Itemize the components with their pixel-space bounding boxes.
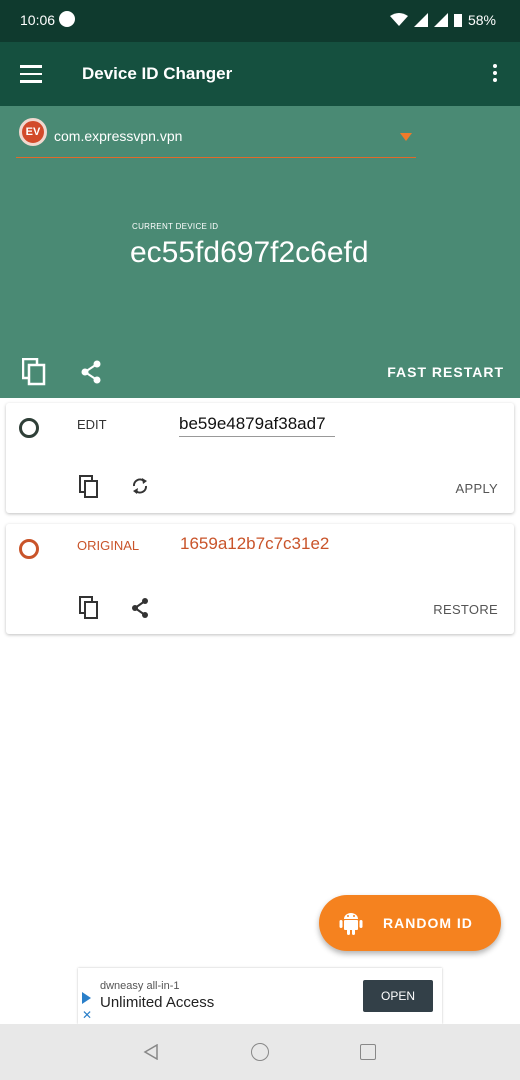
notification-icon xyxy=(59,11,75,27)
edit-card: EDIT APPLY xyxy=(6,403,514,513)
edit-id-input[interactable] xyxy=(179,411,335,437)
original-device-id: 1659a12b7c7c31e2 xyxy=(180,534,330,553)
current-id-panel: EV com.expressvpn.vpn CURRENT DEVICE ID … xyxy=(0,106,520,398)
menu-icon[interactable] xyxy=(20,65,42,83)
ad-advertiser: dwneasy all-in-1 xyxy=(100,980,180,992)
share-icon[interactable] xyxy=(130,597,150,619)
edit-radio[interactable] xyxy=(19,418,39,438)
package-name: com.expressvpn.vpn xyxy=(54,128,183,144)
app-logo-icon: EV xyxy=(19,118,47,146)
current-id-label: CURRENT DEVICE ID xyxy=(132,222,219,231)
original-label: ORIGINAL xyxy=(77,538,140,553)
recents-icon[interactable] xyxy=(360,1044,376,1060)
edit-label: EDIT xyxy=(77,417,107,432)
package-dropdown[interactable]: EV com.expressvpn.vpn xyxy=(16,114,416,158)
apply-button[interactable]: APPLY xyxy=(456,481,498,496)
signal-icon-2 xyxy=(433,13,448,27)
wifi-icon xyxy=(389,13,408,26)
home-icon[interactable] xyxy=(251,1043,269,1061)
battery-level: 58% xyxy=(467,12,496,28)
restore-button[interactable]: RESTORE xyxy=(433,602,498,617)
status-icons: 58% xyxy=(389,12,496,28)
app-bar: Device ID Changer xyxy=(0,42,520,106)
original-radio[interactable] xyxy=(19,539,39,559)
app-title: Device ID Changer xyxy=(82,64,233,83)
original-card: ORIGINAL 1659a12b7c7c31e2 RESTORE xyxy=(6,524,514,634)
back-icon[interactable] xyxy=(143,1044,159,1060)
share-icon[interactable] xyxy=(80,360,102,384)
copy-icon[interactable] xyxy=(79,596,99,620)
ad-headline: Unlimited Access xyxy=(100,994,215,1011)
ad-banner[interactable]: ✕ dwneasy all-in-1 Unlimited Access OPEN xyxy=(78,968,442,1024)
dropdown-arrow-icon[interactable] xyxy=(400,133,412,141)
random-id-button[interactable]: RANDOM ID xyxy=(319,895,501,951)
copy-icon[interactable] xyxy=(22,358,46,386)
status-time: 10:06 xyxy=(20,12,56,28)
ad-close-icon[interactable]: ✕ xyxy=(82,1008,92,1022)
current-device-id: ec55fd697f2c6efd xyxy=(130,236,369,269)
system-nav-bar xyxy=(0,1024,520,1080)
random-id-label: RANDOM ID xyxy=(383,915,473,931)
fast-restart-button[interactable]: FAST RESTART xyxy=(387,364,504,380)
signal-icon xyxy=(413,13,428,27)
refresh-icon[interactable] xyxy=(130,476,150,496)
ad-choices-icon[interactable] xyxy=(82,992,91,1004)
battery-icon xyxy=(453,14,462,27)
copy-icon[interactable] xyxy=(79,475,99,499)
more-vert-icon[interactable] xyxy=(492,64,498,86)
android-icon xyxy=(339,913,363,935)
ad-open-button[interactable]: OPEN xyxy=(363,980,433,1012)
status-bar: 10:06 58% xyxy=(0,0,520,42)
